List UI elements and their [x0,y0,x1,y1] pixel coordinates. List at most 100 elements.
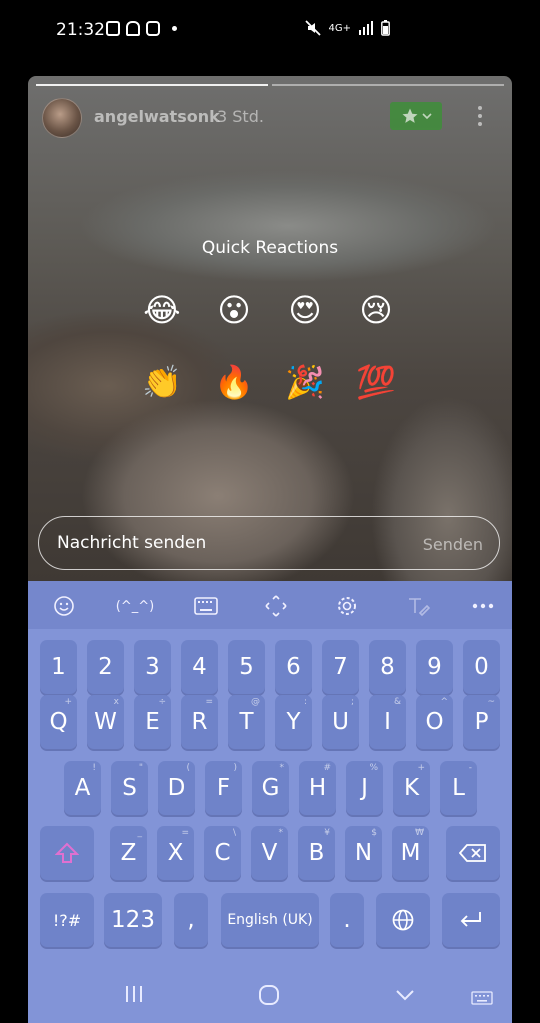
close-friends-button[interactable] [390,102,442,130]
key-hint: " [138,763,143,773]
period-key[interactable]: . [330,893,364,947]
keyboard: (^_^) 1234567890 Q + Wx E ÷ R = T @ Y: U; I & O ^ P ~ A!… [28,581,512,1023]
key-l[interactable]: L- [440,761,477,815]
enter-icon [460,912,481,927]
key-d[interactable]: D( [158,761,195,815]
key-q[interactable]: Q + [40,695,77,749]
key-hint: ¥ [324,828,330,838]
key-hint: : [303,697,307,707]
key-b[interactable]: B ¥ [298,826,335,880]
kaomoji-button[interactable]: (^_^) [116,593,154,619]
key-m[interactable]: M ₩ [392,826,429,880]
keyboard-switch-icon[interactable] [471,991,493,1005]
key-hint: ÷ [158,697,166,707]
key-z[interactable]: Z _ [110,826,147,880]
key-label: O [425,709,444,735]
hide-keyboard-icon[interactable] [395,989,415,1001]
key-t[interactable]: T @ [228,695,265,749]
key-f[interactable]: F) [205,761,242,815]
key-r[interactable]: R = [181,695,218,749]
key-4[interactable]: 4 [181,640,218,694]
avatar[interactable] [42,98,82,138]
key-label: J [361,775,368,801]
key-w[interactable]: Wx [87,695,124,749]
reaction-fire[interactable]: 🔥 [214,362,254,402]
backspace-icon [459,844,486,862]
reaction-laughing[interactable]: 😂 [142,290,182,330]
key-hint: + [64,697,72,707]
move-cursor-icon[interactable] [263,593,289,619]
key-8[interactable]: 8 [369,640,406,694]
key-n[interactable]: N $ [345,826,382,880]
reaction-surprised[interactable]: 😮 [214,290,254,330]
key-hint: - [468,763,472,773]
key-7[interactable]: 7 [322,640,359,694]
key-y[interactable]: Y: [275,695,312,749]
home-icon[interactable] [258,985,280,1005]
handwriting-icon[interactable] [405,593,431,619]
more-options-icon[interactable] [478,106,482,126]
key-hint: ~ [487,697,495,707]
reaction-clap[interactable]: 👏 [142,362,182,402]
key-k[interactable]: K + [393,761,430,815]
key-label: N [354,840,373,866]
enter-key[interactable] [442,893,500,947]
key-hint: = [205,697,213,707]
send-button[interactable]: Senden [423,535,483,554]
recent-apps-icon[interactable] [124,985,144,1003]
key-6[interactable]: 6 [275,640,312,694]
comma-key[interactable]: , [174,893,208,947]
key-u[interactable]: U; [322,695,359,749]
numbers-key[interactable]: 123 [104,893,162,947]
status-bar: 21:32 4G+ [0,0,540,60]
more-icon[interactable] [470,593,496,619]
key-hint: ^ [440,697,448,707]
chevron-down-icon [421,113,432,120]
key-label: M [400,840,421,866]
backspace-key[interactable] [446,826,500,880]
key-label: C [214,840,231,866]
reaction-heart-eyes[interactable]: 😍 [285,290,325,330]
emoji-icon[interactable] [51,593,77,619]
key-s[interactable]: S " [111,761,148,815]
android-icon [126,21,140,36]
dot-icon [172,26,177,31]
key-3[interactable]: 3 [134,640,171,694]
key-x[interactable]: X = [157,826,194,880]
reaction-hundred[interactable]: 💯 [356,362,396,402]
key-hint: ; [350,697,354,707]
key-c[interactable]: C \ [204,826,241,880]
story-view[interactable]: angelwatsonk 3 Std. Quick Reactions 😂 😮 … [28,76,512,581]
key-v[interactable]: V * [251,826,288,880]
key-h[interactable]: H # [299,761,336,815]
key-hint: & [393,697,401,707]
battery-icon [381,20,390,36]
key-9[interactable]: 9 [416,640,453,694]
globe-icon [392,909,414,931]
reaction-crying[interactable]: 😢 [356,290,396,330]
key-2[interactable]: 2 [87,640,124,694]
key-g[interactable]: G * [252,761,289,815]
key-p[interactable]: P ~ [463,695,500,749]
key-j[interactable]: J% [346,761,383,815]
keyboard-icon[interactable] [193,593,219,619]
key-5[interactable]: 5 [228,640,265,694]
shift-key[interactable] [40,826,94,880]
key-1[interactable]: 1 [40,640,77,694]
key-0[interactable]: 0 [463,640,500,694]
keyboard-toolbar: (^_^) [28,581,512,629]
reaction-party[interactable]: 🎉 [285,362,325,402]
symbols-key[interactable]: !?# [40,893,94,947]
key-a[interactable]: A! [64,761,101,815]
key-e[interactable]: E ÷ [134,695,171,749]
key-label: D [167,775,186,801]
message-input[interactable]: Nachricht senden Senden [38,516,500,570]
username[interactable]: angelwatsonk [94,107,220,126]
key-i[interactable]: I & [369,695,406,749]
settings-icon[interactable] [334,593,360,619]
language-key[interactable] [376,893,430,947]
key-label: F [216,775,231,801]
space-key[interactable]: English (UK) [221,893,319,947]
key-hint: ) [233,763,237,773]
key-o[interactable]: O ^ [416,695,453,749]
